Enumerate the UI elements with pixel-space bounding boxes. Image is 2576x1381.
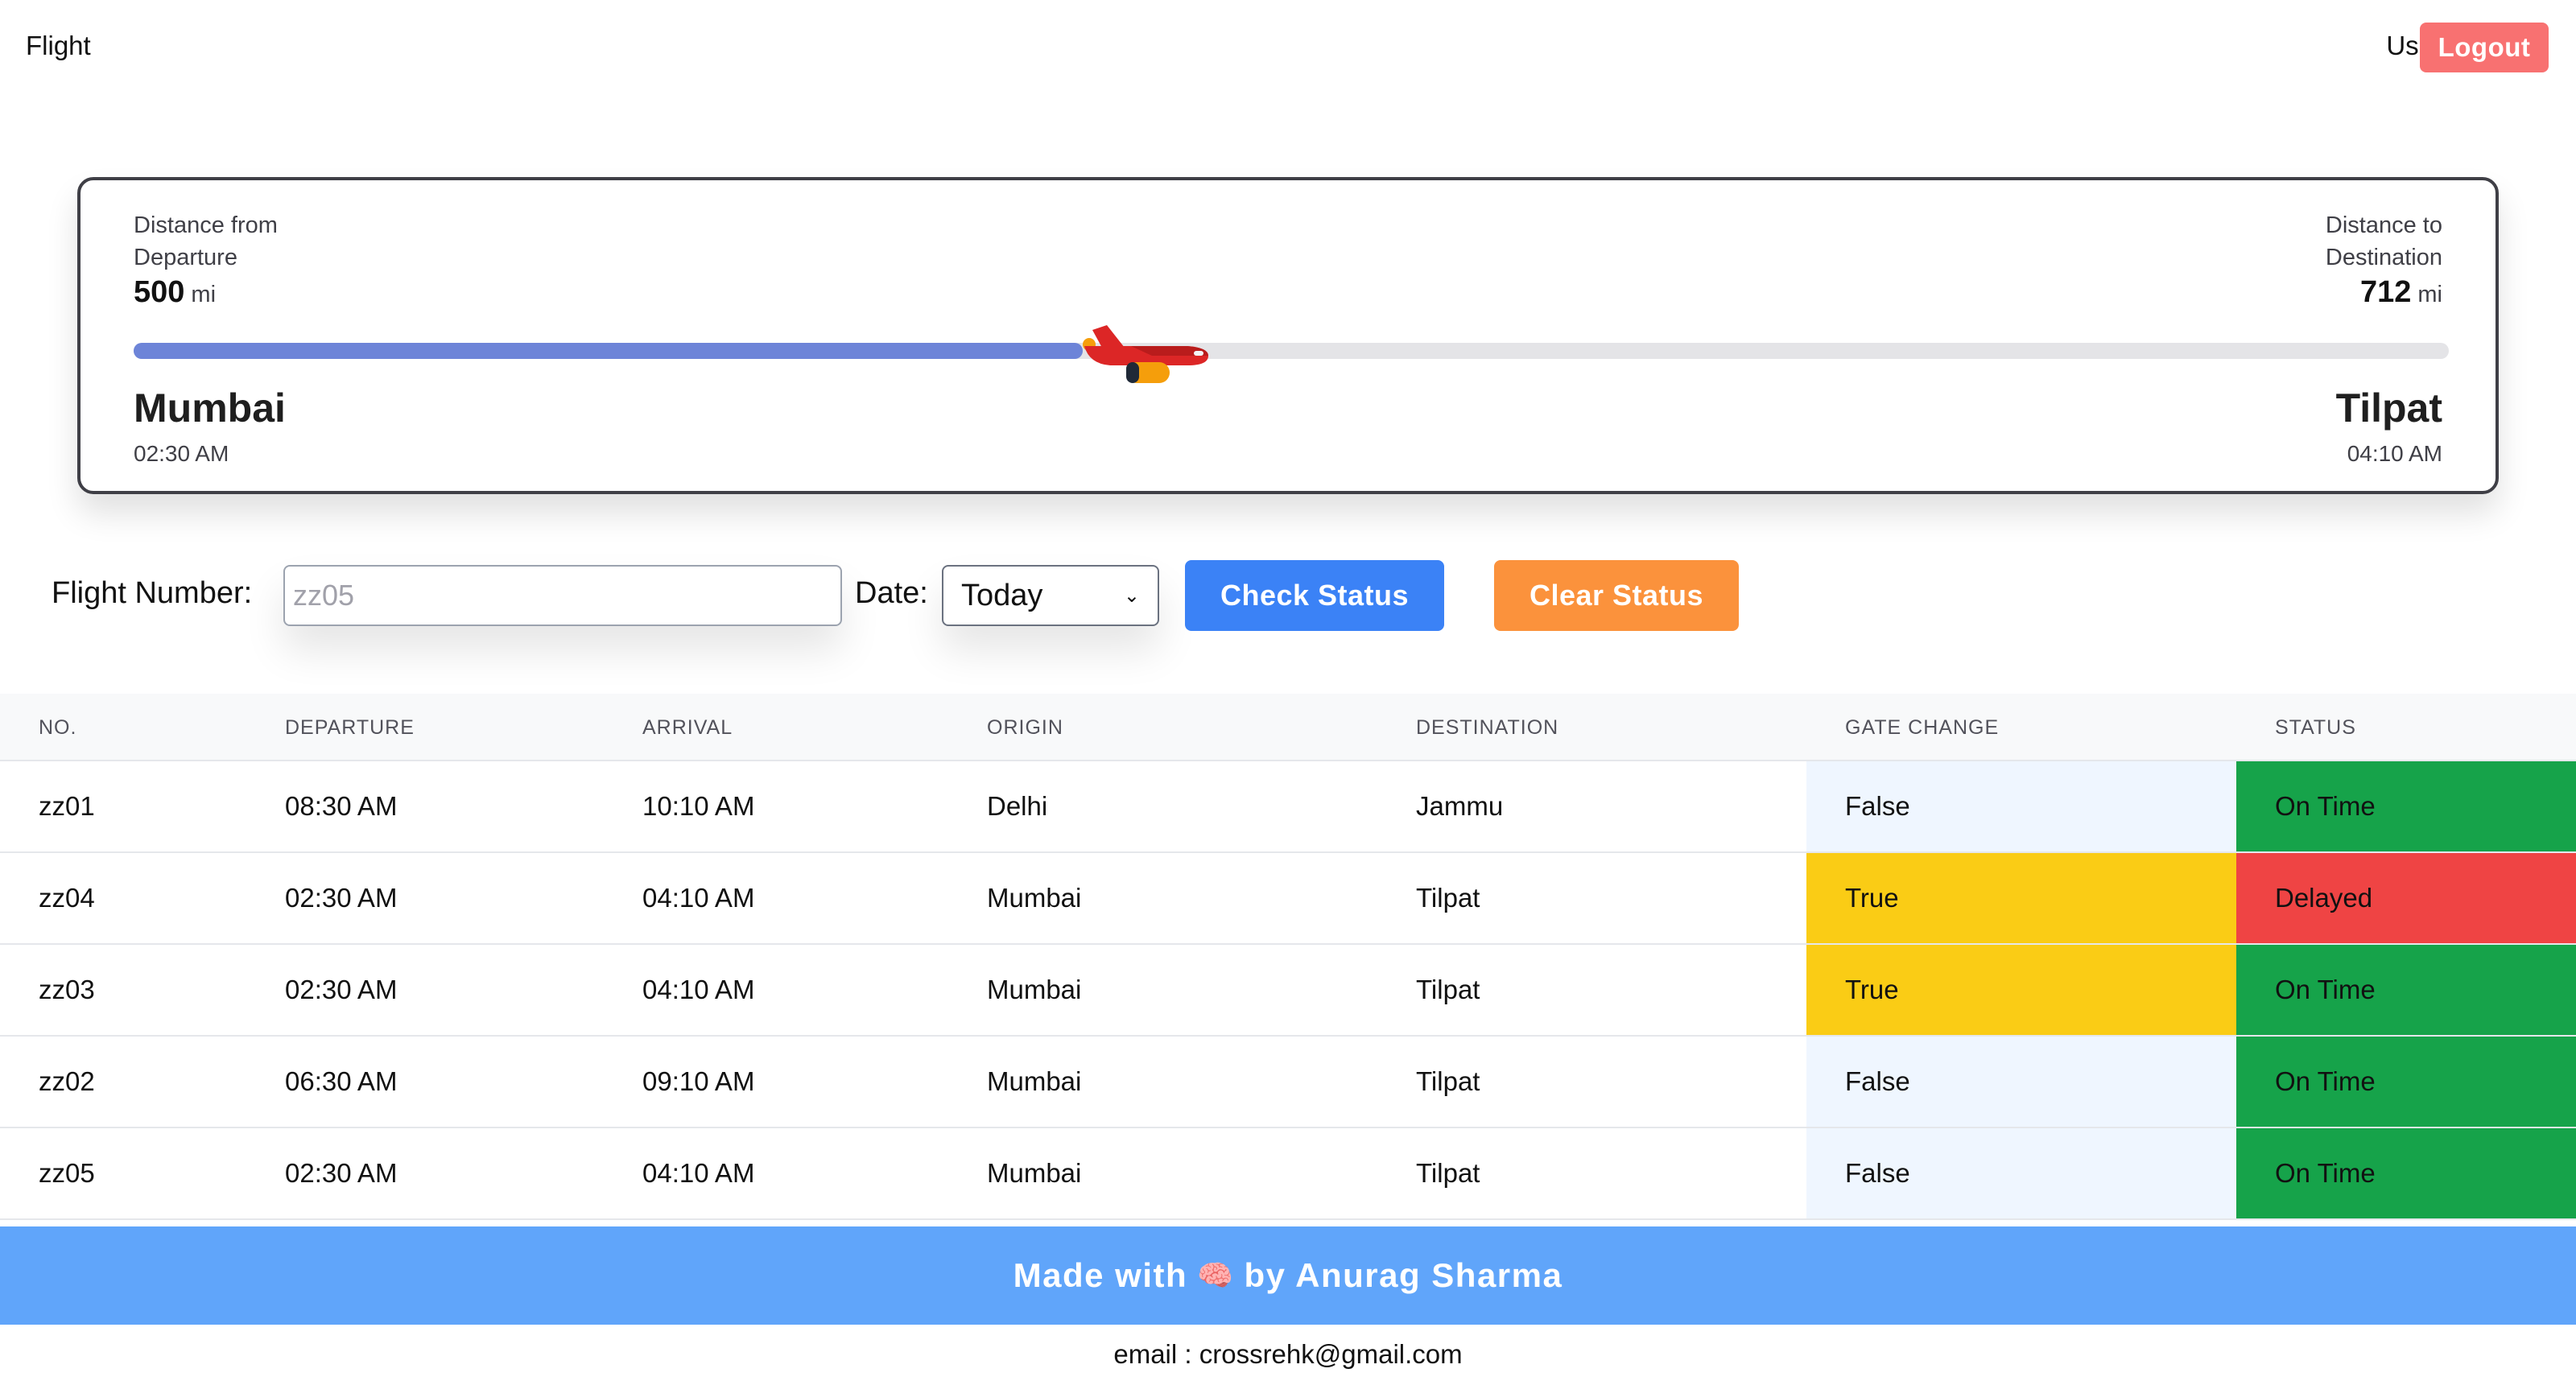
- departure-distance-value: 500: [134, 275, 185, 309]
- progress-fill: [134, 343, 1083, 359]
- airplane-icon: [1083, 325, 1208, 383]
- cell-arrival: 10:10 AM: [642, 791, 755, 821]
- flights-table: NO. DEPARTURE ARRIVAL ORIGIN DESTINATION…: [0, 694, 2576, 1220]
- progress-track: [134, 325, 2449, 383]
- cell-gate: True: [1845, 975, 1899, 1004]
- cell-origin: Mumbai: [987, 883, 1082, 913]
- cell-no: zz01: [39, 791, 95, 821]
- cell-departure: 02:30 AM: [285, 1158, 398, 1188]
- footer-made-with: Made with: [1013, 1256, 1188, 1294]
- table-body: zz01 08:30 AM 10:10 AM Delhi Jammu False On Ti…: [0, 761, 2576, 1220]
- check-status-button[interactable]: Check Status: [1185, 560, 1444, 631]
- cell-gate: True: [1845, 883, 1899, 913]
- origin-city: Mumbai: [134, 385, 286, 431]
- cell-arrival: 04:10 AM: [642, 883, 755, 913]
- footer-banner: Made with 🧠 by Anurag Sharma: [0, 1226, 2576, 1325]
- clear-status-button[interactable]: Clear Status: [1494, 560, 1739, 631]
- origin-time: 02:30 AM: [134, 441, 229, 466]
- table-header: NO. DEPARTURE ARRIVAL ORIGIN DESTINATION…: [0, 694, 2576, 761]
- departure-distance-label: Distance from Departure: [134, 212, 278, 270]
- departure-distance-unit: mi: [191, 282, 217, 307]
- date-select-value: Today: [961, 578, 1043, 612]
- cell-no: zz04: [39, 883, 95, 913]
- cell-departure: 06:30 AM: [285, 1066, 398, 1096]
- table-row: zz05 02:30 AM 04:10 AM Mumbai Tilpat False On …: [0, 1128, 2576, 1220]
- cell-origin: Mumbai: [987, 1066, 1082, 1096]
- table-row: zz04 02:30 AM 04:10 AM Mumbai Tilpat True Dela…: [0, 853, 2576, 945]
- cell-arrival: 04:10 AM: [642, 975, 755, 1004]
- departure-distance: 500 mi: [134, 275, 216, 310]
- cell-origin: Delhi: [987, 791, 1048, 821]
- chevron-down-icon: ⌄: [1123, 584, 1140, 607]
- cell-origin: Mumbai: [987, 1158, 1082, 1188]
- table-row: zz03 02:30 AM 04:10 AM Mumbai Tilpat True On T…: [0, 945, 2576, 1037]
- brand-link[interactable]: Flight: [26, 31, 91, 61]
- flight-progress-card: Distance from Departure Distance to Dest…: [77, 177, 2499, 494]
- header-arrival: ARRIVAL: [642, 716, 733, 739]
- date-label: Date:: [855, 576, 928, 610]
- header-departure: DEPARTURE: [285, 716, 415, 739]
- cell-destination: Tilpat: [1416, 1158, 1480, 1188]
- cell-no: zz03: [39, 975, 95, 1004]
- cell-departure: 02:30 AM: [285, 883, 398, 913]
- footer-author: by Anurag Sharma: [1244, 1256, 1563, 1294]
- logout-button[interactable]: Logout: [2420, 23, 2549, 72]
- cell-destination: Jammu: [1416, 791, 1504, 821]
- cell-status: On Time: [2275, 791, 2376, 821]
- destination-city: Tilpat: [2335, 385, 2442, 431]
- cell-no: zz05: [39, 1158, 95, 1188]
- cell-origin: Mumbai: [987, 975, 1082, 1004]
- cell-status: On Time: [2275, 1158, 2376, 1188]
- header-origin: ORIGIN: [987, 716, 1063, 739]
- header-status: STATUS: [2275, 716, 2356, 739]
- destination-distance-label: Distance to Destination: [2325, 212, 2442, 270]
- destination-time: 04:10 AM: [2347, 441, 2442, 466]
- cell-destination: Tilpat: [1416, 883, 1480, 913]
- destination-distance: 712 mi: [2360, 275, 2442, 310]
- cell-departure: 02:30 AM: [285, 975, 398, 1004]
- cell-destination: Tilpat: [1416, 975, 1480, 1004]
- cell-departure: 08:30 AM: [285, 791, 398, 821]
- table-row: zz01 08:30 AM 10:10 AM Delhi Jammu False On Ti…: [0, 761, 2576, 853]
- cell-status: Delayed: [2275, 883, 2373, 913]
- table-row: zz02 06:30 AM 09:10 AM Mumbai Tilpat False On …: [0, 1037, 2576, 1128]
- destination-distance-unit: mi: [2417, 282, 2442, 307]
- cell-arrival: 04:10 AM: [642, 1158, 755, 1188]
- destination-distance-value: 712: [2359, 275, 2412, 309]
- cell-status: On Time: [2275, 975, 2376, 1004]
- flight-number-input[interactable]: [283, 565, 842, 626]
- footer-email: email : crossrehk@gmail.com: [1113, 1339, 1463, 1369]
- cell-no: zz02: [39, 1066, 95, 1096]
- header-no: NO.: [39, 716, 77, 739]
- top-nav: Flight User Logout: [0, 0, 2576, 97]
- cell-gate: False: [1845, 1158, 1910, 1188]
- cell-gate: False: [1845, 1066, 1910, 1096]
- header-gate-change: GATE CHANGE: [1845, 716, 2000, 739]
- cell-status: On Time: [2275, 1066, 2376, 1096]
- cell-arrival: 09:10 AM: [642, 1066, 755, 1096]
- cell-gate: False: [1845, 791, 1910, 821]
- header-destination: DESTINATION: [1416, 716, 1559, 739]
- cell-destination: Tilpat: [1416, 1066, 1480, 1096]
- date-select[interactable]: Today ⌄: [942, 565, 1159, 626]
- brain-icon: 🧠: [1197, 1259, 1235, 1292]
- flight-number-label: Flight Number:: [52, 576, 253, 610]
